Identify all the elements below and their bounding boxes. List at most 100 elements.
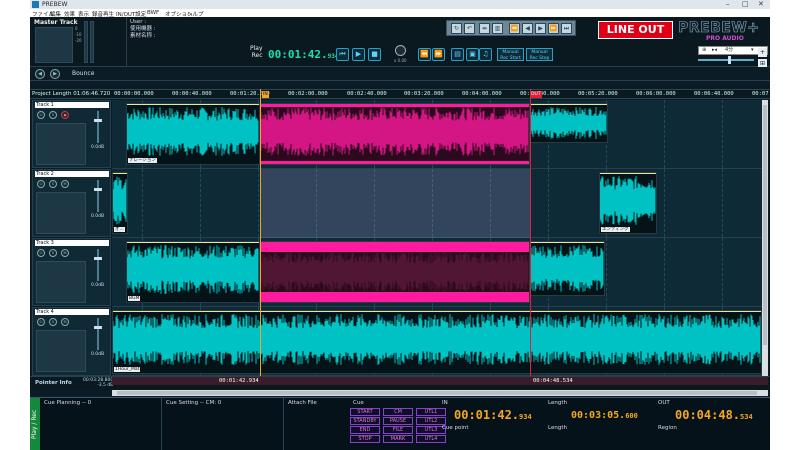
fader-cap[interactable] bbox=[94, 188, 102, 191]
play-rec-tab[interactable]: Play / Rec bbox=[30, 398, 40, 450]
line-out-button[interactable]: LINE OUT bbox=[598, 21, 673, 39]
clip-bgm-selected[interactable] bbox=[260, 241, 530, 303]
cue-file-button[interactable]: FILE bbox=[383, 426, 413, 434]
rewind-button[interactable]: ⏮ bbox=[336, 48, 349, 61]
track-power-button[interactable]: ⏻ bbox=[37, 318, 45, 326]
skip-back-icon[interactable]: ⏪ bbox=[509, 23, 520, 34]
track-name[interactable]: Track 1 bbox=[35, 102, 109, 108]
bounce-forward-button[interactable]: ▶ bbox=[50, 69, 60, 79]
track-power-button[interactable]: ⏻ bbox=[37, 249, 45, 257]
selection-band-bottom bbox=[261, 292, 529, 302]
pointer-info-bar: Pointer Info 00:03:28.800 -3.5 dB 00:01:… bbox=[30, 376, 770, 390]
track-power-button[interactable]: ⏻ bbox=[37, 180, 45, 188]
length-time-ms: 600 bbox=[625, 412, 638, 420]
track-solo-button[interactable]: S bbox=[49, 180, 57, 188]
maximize-button[interactable]: □ bbox=[742, 0, 749, 8]
undo-icon[interactable]: ↶ bbox=[464, 23, 475, 34]
clip-bgm-tail[interactable] bbox=[530, 241, 605, 296]
bounce-back-button[interactable]: ◀ bbox=[35, 69, 45, 79]
close-button[interactable]: ✕ bbox=[758, 0, 764, 8]
clip-bgm[interactable]: BGM bbox=[126, 241, 260, 303]
zoom-arrow-icon[interactable]: ▸◂ bbox=[712, 47, 717, 54]
jump-in-button[interactable]: ⏪ bbox=[418, 48, 431, 61]
track-mute-button[interactable]: M bbox=[61, 249, 69, 257]
stop-button[interactable]: ■ bbox=[368, 48, 381, 61]
next-icon[interactable]: ▶ bbox=[535, 23, 546, 34]
manual-rec-stop-button[interactable]: Manual Rec Stop bbox=[526, 48, 553, 61]
prev-icon[interactable]: ◀ bbox=[522, 23, 533, 34]
transport-timecode: 00:01:42.934 bbox=[268, 48, 338, 61]
zoom-in-side-button[interactable]: + bbox=[758, 48, 767, 57]
zoom-in-icon[interactable]: ⊕ bbox=[702, 47, 706, 54]
waveform-path bbox=[600, 176, 656, 225]
headphone-icon[interactable]: ♫ bbox=[479, 48, 492, 61]
track-lane-1[interactable]: ナレーション bbox=[112, 100, 768, 169]
loop-icon[interactable]: ↻ bbox=[451, 23, 462, 34]
cue-standby-button[interactable]: STANDBY bbox=[350, 417, 380, 425]
speed-knob[interactable] bbox=[395, 45, 406, 56]
track-fader[interactable] bbox=[94, 249, 102, 281]
clip-opening[interactable]: オ... bbox=[112, 172, 128, 234]
track-fader[interactable] bbox=[94, 111, 102, 143]
vertical-scroll-thumb[interactable] bbox=[763, 105, 767, 345]
vertical-scrollbar[interactable] bbox=[762, 100, 768, 376]
track-mute-button[interactable]: M bbox=[61, 318, 69, 326]
track-lane-2[interactable]: オ... エンディング bbox=[112, 169, 768, 238]
track-lane-3[interactable]: BGM bbox=[112, 238, 768, 307]
track-name[interactable]: Track 3 bbox=[35, 240, 109, 246]
fader-cap[interactable] bbox=[94, 326, 102, 329]
zoom-dropdown-icon[interactable]: ▾ bbox=[751, 47, 754, 54]
clip-narration[interactable]: ナレーション bbox=[126, 103, 260, 165]
track-name[interactable]: Track 2 bbox=[35, 171, 109, 177]
horizontal-scrollbar[interactable] bbox=[112, 390, 768, 396]
clip-1hour-mat[interactable]: 1Hour_Mat bbox=[112, 310, 762, 374]
manual-rec-start-button[interactable]: Manual Rec Start bbox=[497, 48, 524, 61]
cue-utl2-button[interactable]: UTL2 bbox=[416, 417, 446, 425]
cue-stop-button[interactable]: STOP bbox=[350, 435, 380, 443]
clip-ending[interactable]: エンディング bbox=[599, 172, 657, 234]
track-power-button[interactable]: ⏻ bbox=[37, 111, 45, 119]
fader-cap[interactable] bbox=[94, 119, 102, 122]
out-marker[interactable]: OUT bbox=[530, 91, 542, 98]
track-lane-4[interactable]: 1Hour_Mat bbox=[112, 307, 768, 376]
zoom-slider[interactable] bbox=[698, 56, 754, 64]
cue-mark-button[interactable]: MARK bbox=[383, 435, 413, 443]
cue-planning-section: Cue Planning -- 0 bbox=[40, 398, 162, 450]
track-solo-button[interactable]: S bbox=[49, 111, 57, 119]
track-fader[interactable] bbox=[94, 318, 102, 350]
jump-out-button[interactable]: ⏩ bbox=[432, 48, 445, 61]
clip-narration-selected[interactable] bbox=[260, 103, 530, 165]
cue-cm-button[interactable]: CM bbox=[383, 408, 413, 416]
snap-icon[interactable]: ▥ bbox=[492, 23, 503, 34]
cue-pause-button[interactable]: PAUSE bbox=[383, 417, 413, 425]
grid-line bbox=[664, 100, 665, 168]
track-solo-button[interactable]: S bbox=[49, 249, 57, 257]
track-mute-button[interactable]: M bbox=[61, 180, 69, 188]
in-marker[interactable]: IN bbox=[262, 91, 269, 98]
cue-utl1-button[interactable]: UTL1 bbox=[416, 408, 446, 416]
save-icon[interactable]: ▤ bbox=[451, 48, 464, 61]
play-button[interactable]: ▶ bbox=[352, 48, 365, 61]
horizontal-scroll-thumb[interactable] bbox=[117, 391, 757, 395]
timeline-ruler[interactable]: Project Length 01:06:46.720 00:00:00.000… bbox=[30, 89, 770, 99]
cue-start-button[interactable]: START bbox=[350, 408, 380, 416]
waveform-path bbox=[127, 107, 259, 156]
minimize-button[interactable]: – bbox=[726, 0, 730, 8]
zoom-slider-thumb[interactable] bbox=[728, 56, 731, 64]
menu-bwf[interactable]: BWF bbox=[147, 10, 159, 16]
track-fader[interactable] bbox=[94, 180, 102, 212]
split-icon[interactable]: ⇹ bbox=[479, 23, 490, 34]
cue-utl4-button[interactable]: UTL4 bbox=[416, 435, 446, 443]
end-icon[interactable]: ⏭ bbox=[561, 23, 572, 34]
cue-end-button[interactable]: END bbox=[350, 426, 380, 434]
track-record-button[interactable]: ● bbox=[61, 111, 69, 119]
waveform-path bbox=[127, 245, 259, 294]
track-db: 0.0dB bbox=[91, 214, 105, 219]
track-name[interactable]: Track 4 bbox=[35, 309, 109, 315]
monitor-icon[interactable]: ▣ bbox=[466, 48, 479, 61]
fader-cap[interactable] bbox=[94, 257, 102, 260]
waveform-path bbox=[113, 176, 127, 225]
clip-narration-tail[interactable] bbox=[530, 103, 608, 143]
track-solo-button[interactable]: S bbox=[49, 318, 57, 326]
skip-forward-icon[interactable]: ⏩ bbox=[548, 23, 559, 34]
